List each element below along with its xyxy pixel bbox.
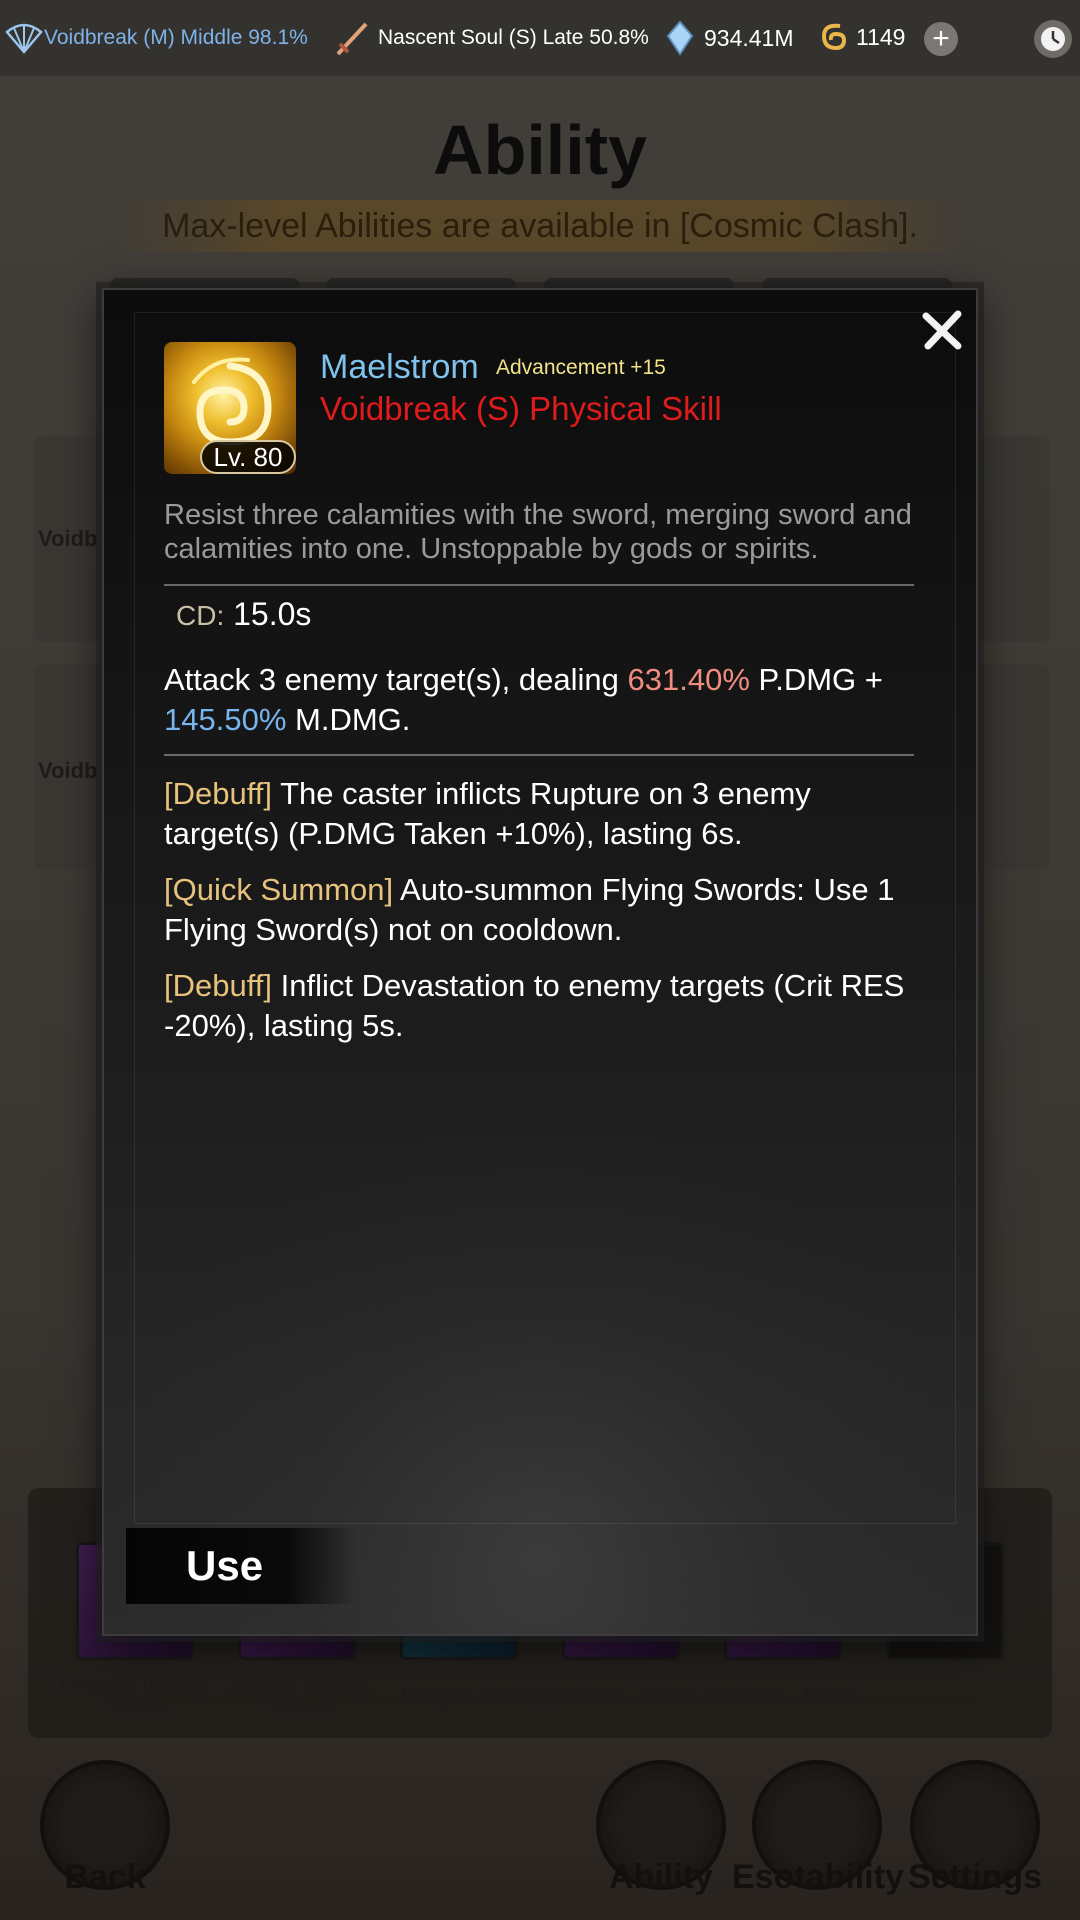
realm-main-text: Voidbreak (M) Middle 98.1% xyxy=(44,26,308,49)
crystal-icon xyxy=(666,20,694,56)
fan-icon xyxy=(4,20,44,56)
skill-name: Maelstrom xyxy=(320,348,479,386)
skill-level-badge: Lv. 80 xyxy=(200,440,296,474)
resource-bar: Voidbreak (M) Middle 98.1% Nascent Soul … xyxy=(0,0,1080,76)
coin-amount: 1149 xyxy=(856,23,906,50)
clock-button[interactable] xyxy=(1034,20,1072,58)
mdmg-suffix: M.DMG. xyxy=(286,702,411,737)
clock-icon xyxy=(1038,24,1068,54)
skill-description: Resist three calamities with the sword, … xyxy=(164,499,912,565)
crystal-amount: 934.41M xyxy=(704,24,794,51)
sword-icon xyxy=(332,18,372,58)
pdmg-suffix: P.DMG + xyxy=(749,662,883,697)
realm-main[interactable]: Voidbreak (M) Middle 98.1% xyxy=(4,20,308,56)
realm-secondary[interactable]: Nascent Soul (S) Late 50.8% xyxy=(332,18,649,58)
advancement-level: Advancement +15 xyxy=(496,356,666,379)
attack-text: Attack 3 enemy target(s), dealing xyxy=(164,662,628,697)
close-button[interactable] xyxy=(914,302,970,358)
attack-effect: Attack 3 enemy target(s), dealing 631.40… xyxy=(164,660,934,740)
effect-tag: [Quick Summon] xyxy=(164,872,394,907)
effect-debuff-rupture: [Debuff] The caster inflicts Rupture on … xyxy=(164,774,934,854)
close-icon xyxy=(918,306,966,354)
effect-tag: [Debuff] xyxy=(164,968,273,1003)
effect-text: Inflict Devastation to enemy targets (Cr… xyxy=(164,968,905,1043)
coin-icon xyxy=(818,20,848,54)
effect-tag: [Debuff] xyxy=(164,776,273,811)
crystal-resource[interactable]: 934.41M xyxy=(666,20,794,56)
cooldown: CD: 15.0s xyxy=(176,596,311,633)
effect-debuff-devastation: [Debuff] Inflict Devastation to enemy ta… xyxy=(164,966,934,1046)
add-resource-button[interactable]: + xyxy=(924,22,958,56)
mdmg-value: 145.50% xyxy=(164,702,287,737)
divider xyxy=(164,754,914,756)
coin-resource[interactable]: 1149 xyxy=(818,20,905,54)
plus-icon: + xyxy=(932,22,950,55)
cooldown-label: CD: xyxy=(176,600,225,631)
skill-detail-modal: Lv. 80 Maelstrom Advancement +15 Voidbre… xyxy=(102,288,978,1636)
cooldown-value: 15.0s xyxy=(233,596,312,632)
skill-type: Voidbreak (S) Physical Skill xyxy=(320,390,722,427)
effect-quick-summon: [Quick Summon] Auto-summon Flying Swords… xyxy=(164,870,934,950)
use-button[interactable]: Use xyxy=(126,1528,356,1604)
realm-secondary-text: Nascent Soul (S) Late 50.8% xyxy=(378,26,649,49)
pdmg-value: 631.40% xyxy=(627,662,750,697)
divider xyxy=(164,584,914,586)
